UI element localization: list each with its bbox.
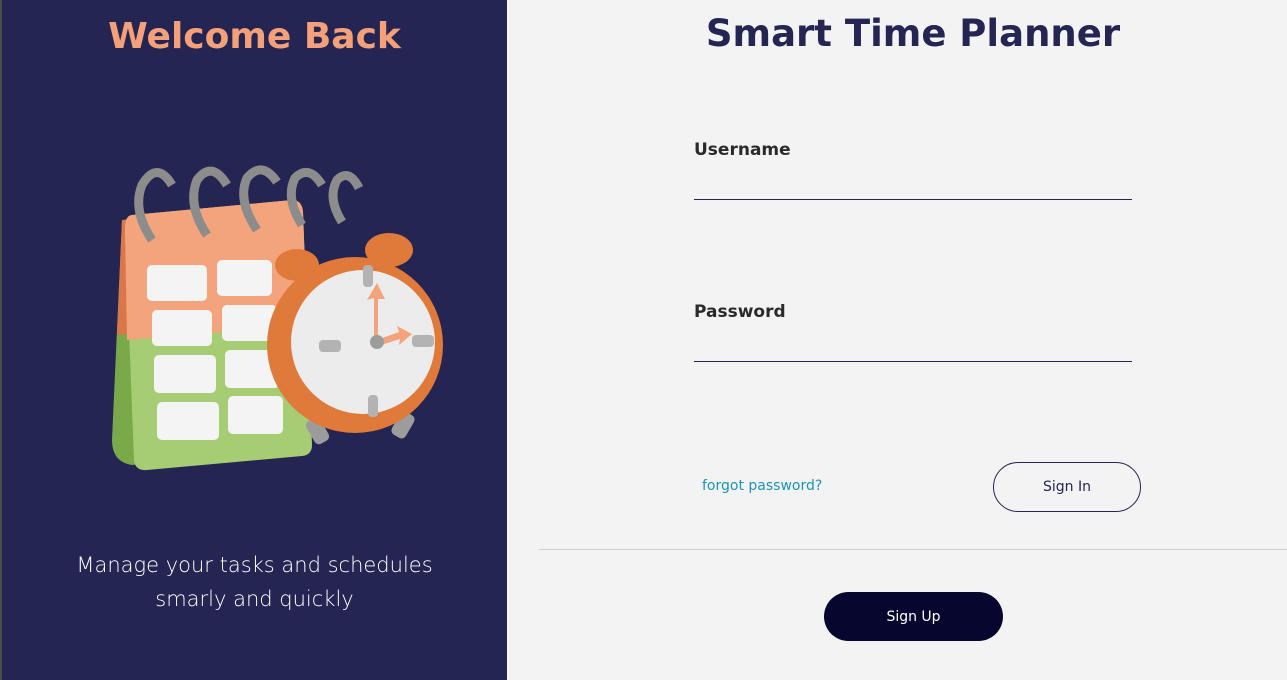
username-label: Username (694, 140, 791, 160)
welcome-title: Welcome Back (108, 16, 401, 57)
app-title: Smart Time Planner (705, 12, 1121, 55)
welcome-panel: Welcome Back Manage your tasks and sched… (0, 0, 507, 680)
password-label: Password (694, 302, 786, 322)
tagline-line-2: smarly and quickly (155, 587, 354, 611)
divider (539, 549, 1287, 550)
login-panel: Smart Time Planner Username Password for… (507, 0, 1287, 680)
sign-up-button[interactable]: Sign Up (824, 592, 1003, 641)
tagline: Manage your tasks and schedules smarly a… (62, 548, 447, 616)
password-input[interactable] (694, 326, 1132, 362)
forgot-password-link[interactable]: forgot password? (702, 478, 822, 494)
username-input[interactable] (694, 164, 1132, 200)
calendar-alarm-clock-icon (112, 165, 443, 471)
sign-in-button[interactable]: Sign In (993, 462, 1141, 512)
tagline-line-1: Manage your tasks and schedules (76, 553, 433, 577)
